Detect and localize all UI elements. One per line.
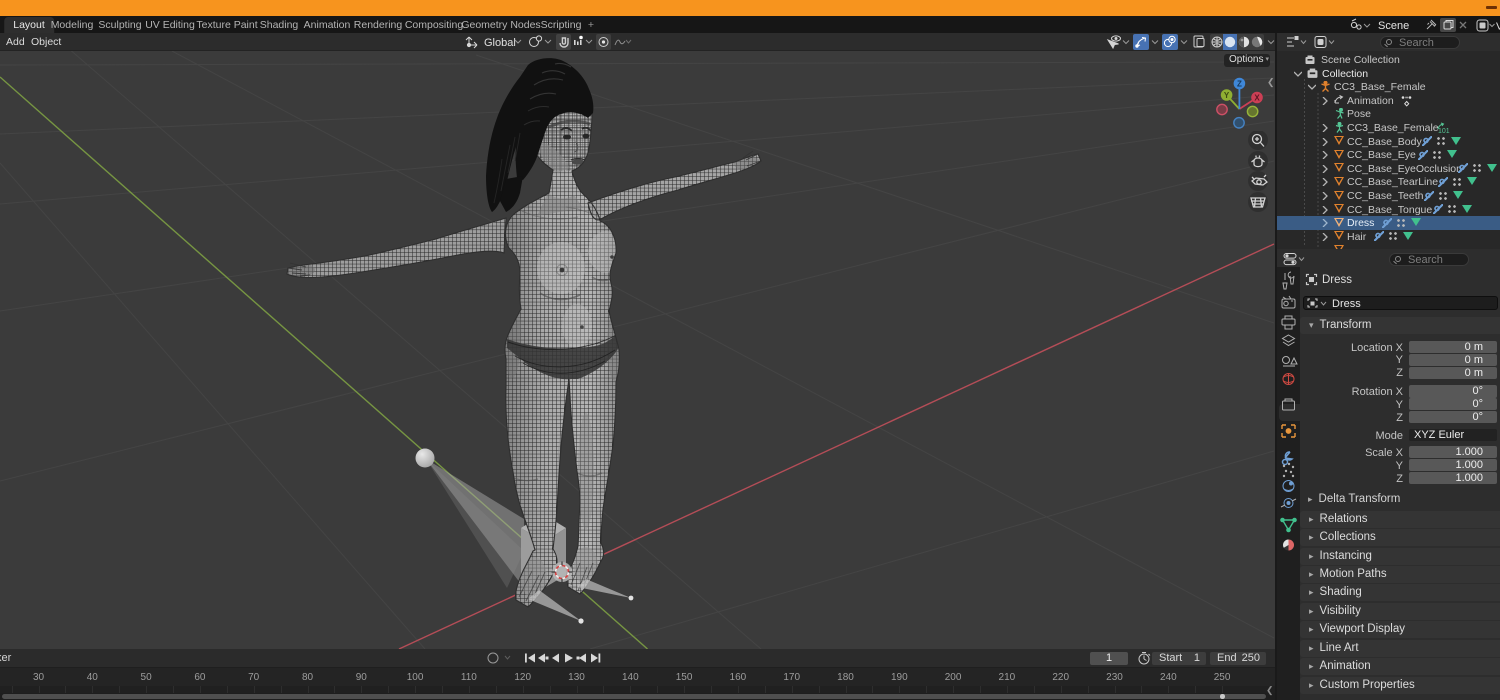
svg-text:101: 101 — [1438, 128, 1450, 134]
svg-text:Y: Y — [1224, 91, 1230, 100]
svg-text:X: X — [1254, 94, 1260, 103]
svg-text:Scene: Scene — [1378, 20, 1409, 32]
svg-text:V: V — [1496, 21, 1500, 33]
svg-text:Z: Z — [1237, 80, 1242, 89]
svg-text:Global: Global — [484, 37, 516, 49]
